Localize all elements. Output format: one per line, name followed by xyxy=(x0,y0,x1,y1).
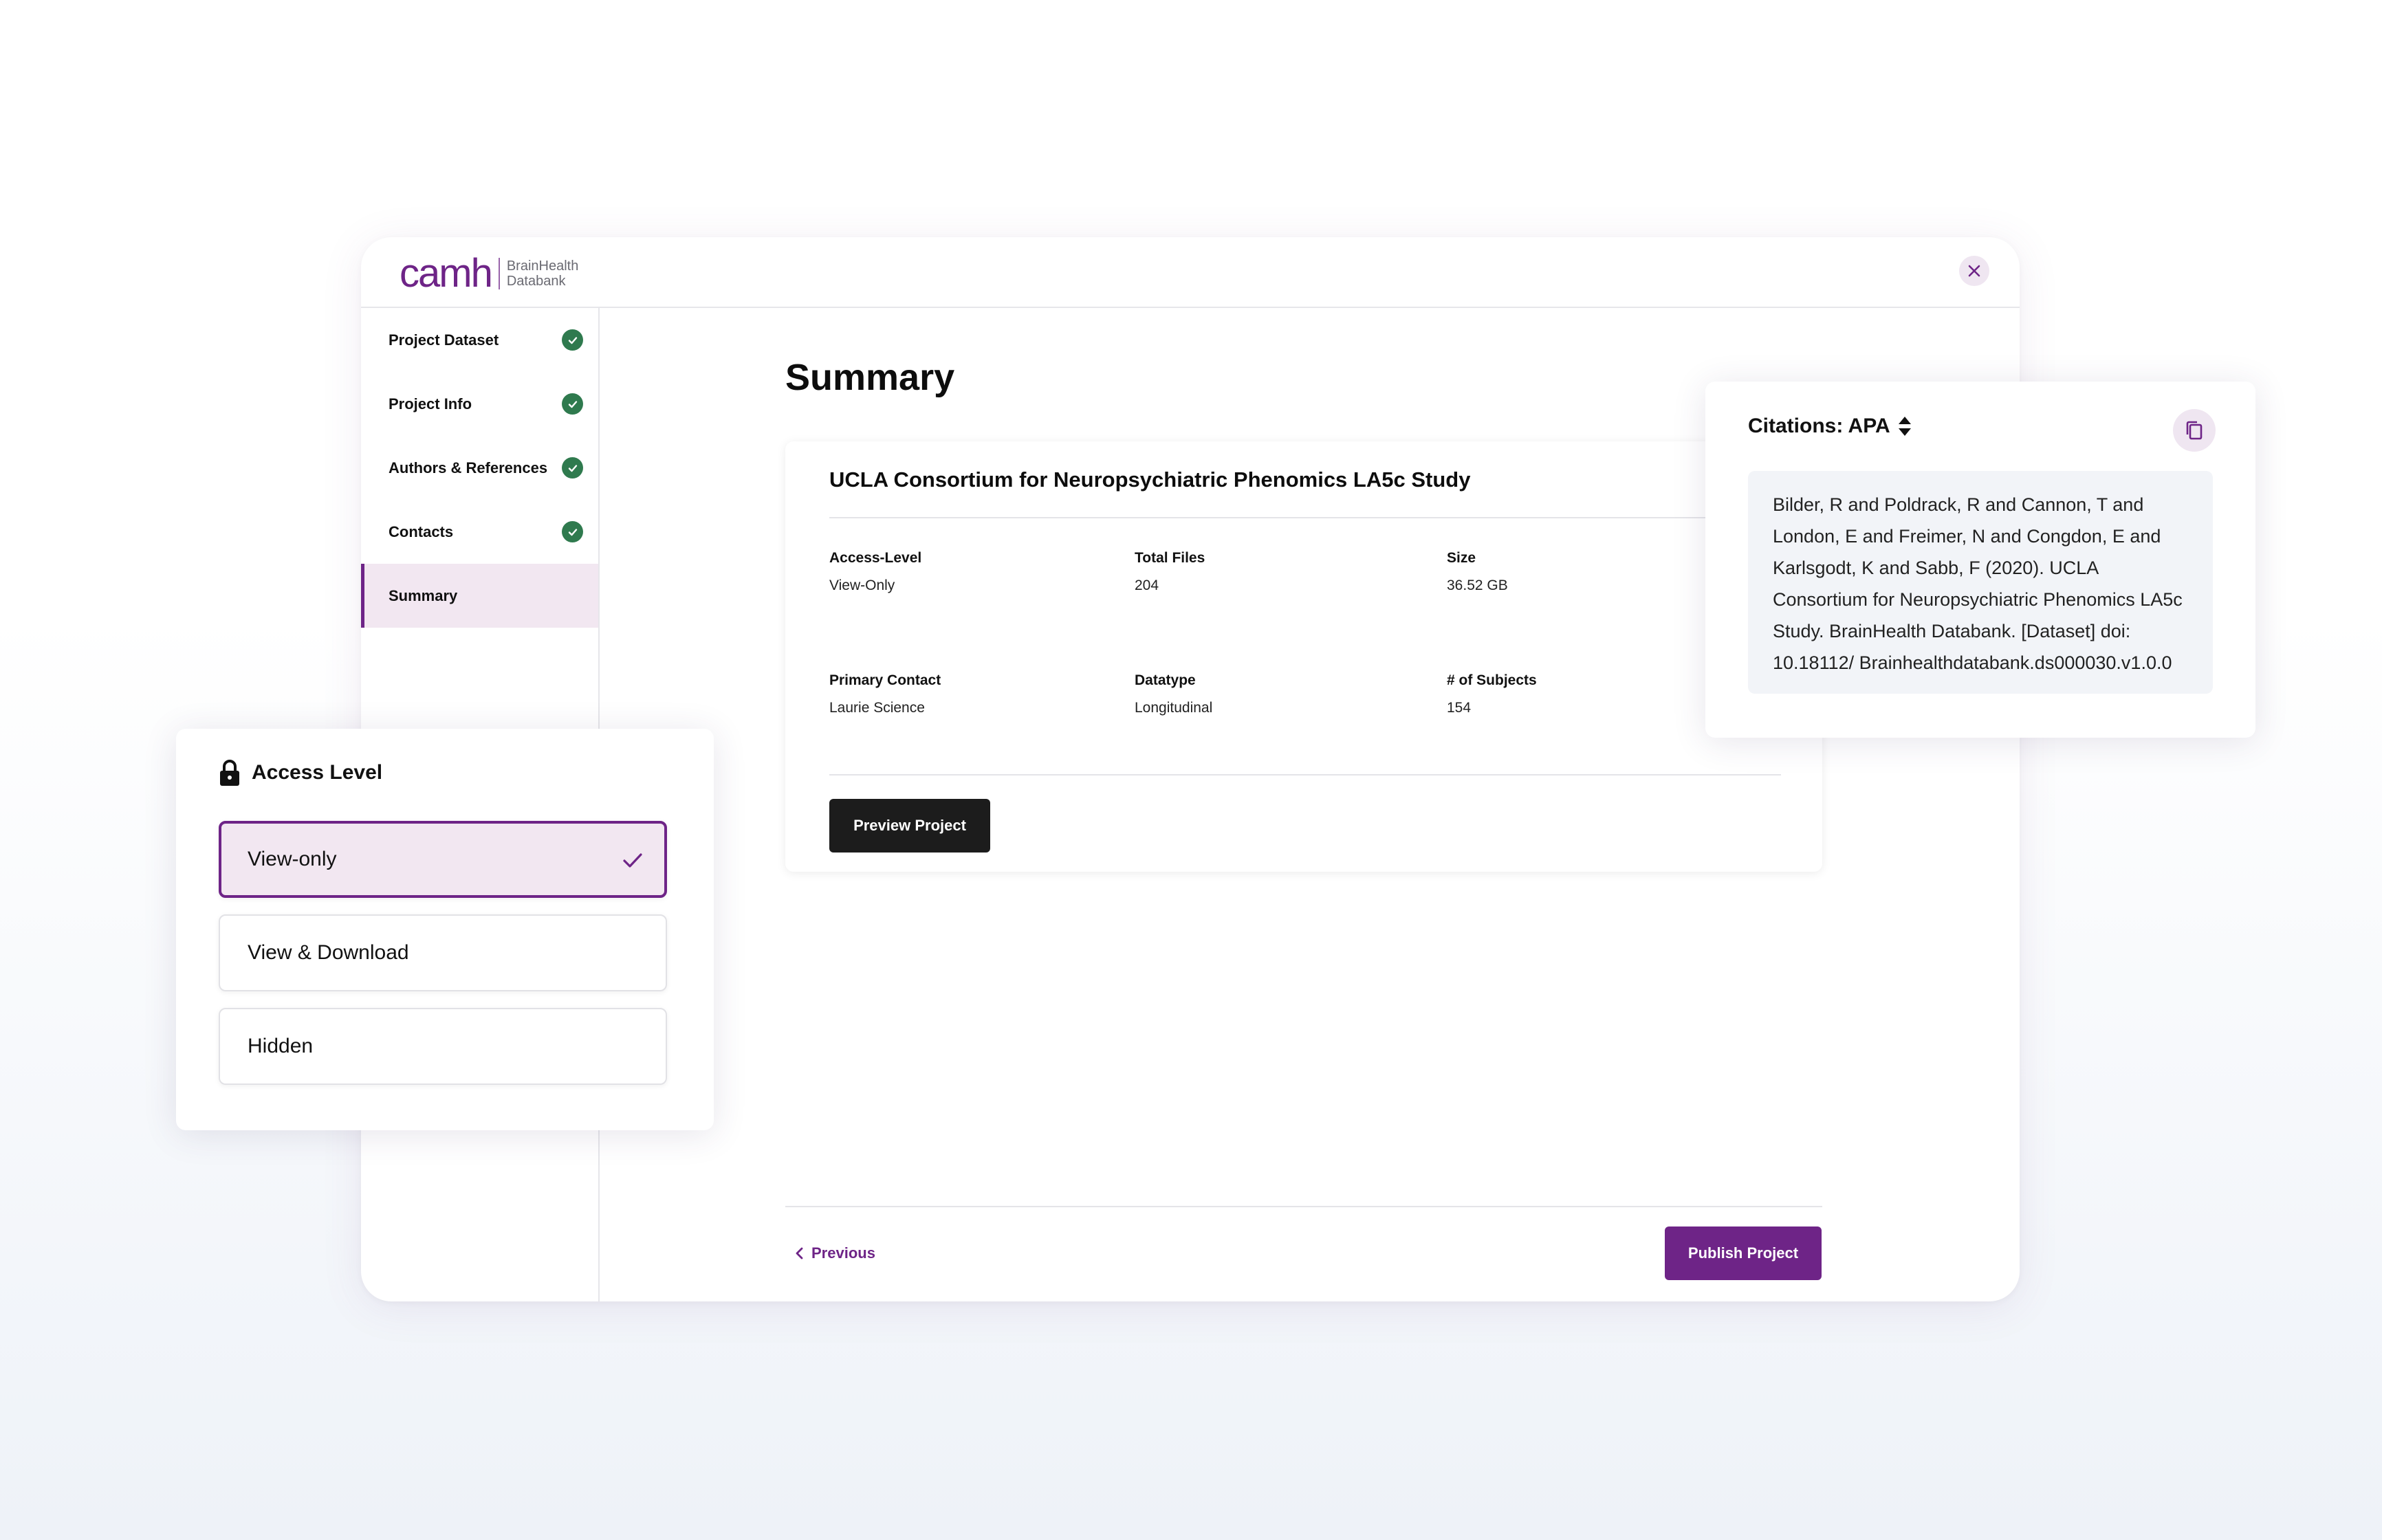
access-level-card: Access Level View-only View & Download H… xyxy=(176,729,714,1130)
sidebar-item-label: Authors & References xyxy=(389,459,548,476)
citation-title: Citations: APA xyxy=(1748,415,1890,437)
field-size: Size 36.52 GB xyxy=(1447,550,1508,594)
sidebar-item-label: Contacts xyxy=(389,522,454,540)
footer-divider xyxy=(785,1206,1822,1207)
checkmark-icon xyxy=(623,853,642,868)
citation-format-selector[interactable]: Citations: APA xyxy=(1748,415,1912,438)
field-label: # of Subjects xyxy=(1447,672,1537,688)
access-option-view-download[interactable]: View & Download xyxy=(219,914,667,991)
publish-project-button[interactable]: Publish Project xyxy=(1665,1226,1822,1280)
preview-project-button[interactable]: Preview Project xyxy=(829,799,990,852)
copy-citation-button[interactable] xyxy=(2173,409,2216,452)
citations-card: Citations: APA Bilder, R and Poldrack, R… xyxy=(1705,382,2255,738)
field-primary-contact: Primary Contact Laurie Science xyxy=(829,672,941,716)
check-circle-icon xyxy=(562,393,583,415)
field-label: Datatype xyxy=(1135,672,1196,688)
citation-text: Bilder, R and Poldrack, R and Cannon, T … xyxy=(1748,471,2213,694)
camh-logo: camh BrainHealth Databank xyxy=(400,252,578,295)
logo-subtitle-line2: Databank xyxy=(506,274,566,289)
field-label: Total Files xyxy=(1135,550,1205,566)
access-level-title: Access Level xyxy=(252,761,383,784)
access-option-hidden[interactable]: Hidden xyxy=(219,1008,667,1085)
summary-card: UCLA Consortium for Neuropsychiatric Phe… xyxy=(785,441,1822,872)
check-circle-icon xyxy=(562,329,583,351)
check-circle-icon xyxy=(562,457,583,478)
field-value: Longitudinal xyxy=(1135,700,1213,716)
access-option-label: Hidden xyxy=(248,1035,314,1057)
logo-divider xyxy=(498,258,500,289)
sort-icon xyxy=(1898,417,1911,436)
access-option-label: View-only xyxy=(248,848,337,870)
top-bar: camh BrainHealth Databank xyxy=(361,237,2020,308)
sidebar-item-project-dataset[interactable]: Project Dataset xyxy=(361,308,598,372)
chevron-left-icon xyxy=(796,1247,803,1260)
logo-subtitle: BrainHealth Databank xyxy=(507,258,579,289)
logo-wordmark: camh xyxy=(400,251,493,296)
sidebar-item-summary[interactable]: Summary xyxy=(361,564,598,628)
access-level-header: Access Level xyxy=(219,759,382,786)
field-label: Primary Contact xyxy=(829,672,941,688)
previous-label: Previous xyxy=(811,1244,875,1262)
field-value: 204 xyxy=(1135,578,1159,593)
sidebar-item-authors-references[interactable]: Authors & References xyxy=(361,436,598,500)
sidebar-item-label: Summary xyxy=(389,586,458,604)
field-value: Laurie Science xyxy=(829,700,925,716)
field-value: 36.52 GB xyxy=(1447,578,1508,593)
field-datatype: Datatype Longitudinal xyxy=(1135,672,1212,716)
card-divider xyxy=(829,774,1781,776)
field-label: Size xyxy=(1447,550,1476,566)
field-access-level: Access-Level View-Only xyxy=(829,550,921,594)
field-value: View-Only xyxy=(829,578,895,593)
previous-button[interactable]: Previous xyxy=(794,1244,875,1262)
access-option-view-only[interactable]: View-only xyxy=(219,821,667,898)
logo-subtitle-line1: BrainHealth xyxy=(506,258,579,274)
copy-icon xyxy=(2186,421,2203,440)
close-button[interactable] xyxy=(1959,256,1989,286)
sidebar-item-label: Project Info xyxy=(389,395,472,412)
access-option-label: View & Download xyxy=(248,941,409,964)
sidebar-item-project-info[interactable]: Project Info xyxy=(361,372,598,436)
card-divider xyxy=(829,517,1781,518)
check-circle-icon xyxy=(562,521,583,542)
sidebar-item-contacts[interactable]: Contacts xyxy=(361,500,598,564)
field-total-files: Total Files 204 xyxy=(1135,550,1205,594)
project-name: UCLA Consortium for Neuropsychiatric Phe… xyxy=(829,468,1471,492)
sidebar-item-label: Project Dataset xyxy=(389,331,499,349)
close-icon xyxy=(1968,265,1980,277)
field-value: 154 xyxy=(1447,700,1472,716)
lock-icon xyxy=(220,760,239,786)
field-label: Access-Level xyxy=(829,550,922,566)
page-title: Summary xyxy=(785,357,955,398)
field-subjects: # of Subjects 154 xyxy=(1447,672,1537,716)
